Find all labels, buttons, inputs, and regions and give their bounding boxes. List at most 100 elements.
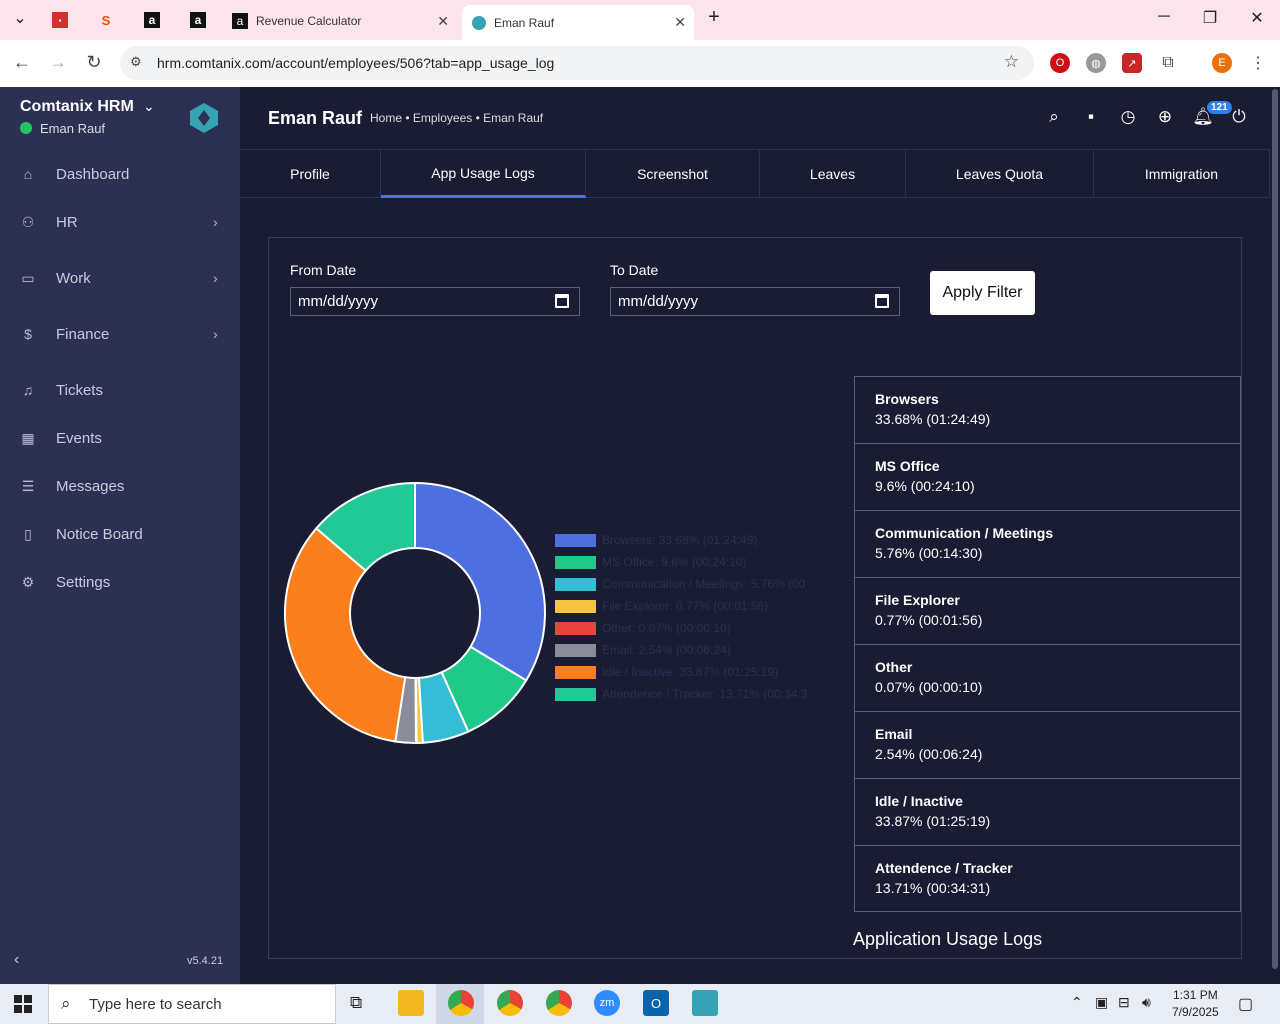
- usage-stat-item: Communication / Meetings 5.76% (00:14:30): [854, 510, 1241, 577]
- network-icon[interactable]: ▣: [1095, 994, 1108, 1011]
- tab-eman-rauf[interactable]: Eman Rauf ✕: [462, 5, 694, 40]
- briefcase-icon: ▭: [21, 269, 35, 286]
- search-icon[interactable]: ⌕: [1043, 107, 1065, 129]
- pinned-tab-1[interactable]: ▪: [48, 8, 72, 32]
- chevron-right-icon: ›: [213, 326, 218, 342]
- page-scrollbar[interactable]: [1270, 87, 1280, 984]
- url-text: hrm.comtanix.com/account/employees/506?t…: [157, 55, 555, 71]
- apply-filter-button[interactable]: Apply Filter: [930, 271, 1035, 315]
- collapse-sidebar-icon[interactable]: ‹: [14, 951, 19, 969]
- to-date-input[interactable]: mm/dd/yyyy: [610, 287, 900, 316]
- forward-icon[interactable]: →: [46, 52, 70, 73]
- from-date-input[interactable]: mm/dd/yyyy: [290, 287, 580, 316]
- notifications-icon[interactable]: ▢: [1238, 994, 1253, 1014]
- profile-avatar[interactable]: E: [1212, 53, 1232, 73]
- sidebar-item-work[interactable]: ▭ Work ›: [0, 258, 240, 298]
- legend-item[interactable]: Attendence / Tracker: 13.71% (00:34:3: [555, 683, 810, 705]
- tab-screenshot[interactable]: Screenshot: [586, 150, 760, 198]
- tab-leaves[interactable]: Leaves: [760, 150, 906, 198]
- file-explorer-icon[interactable]: [398, 990, 424, 1016]
- calendar-icon[interactable]: [555, 294, 569, 308]
- task-view-icon[interactable]: ⧉: [350, 993, 362, 1013]
- sidebar-item-dashboard[interactable]: ⌂ Dashboard: [0, 154, 240, 194]
- legend-item[interactable]: Other: 0.07% (00:00:10): [555, 617, 810, 639]
- site-info-icon[interactable]: ⚙: [130, 54, 142, 70]
- minimize-icon[interactable]: ─: [1149, 8, 1179, 26]
- calendar-icon[interactable]: [875, 294, 889, 308]
- chart-slice-browsers[interactable]: [414, 481, 546, 682]
- sticky-note-icon[interactable]: ▪: [1080, 107, 1102, 129]
- globe-extension-icon[interactable]: ◍: [1086, 53, 1106, 73]
- back-icon[interactable]: ←: [10, 52, 34, 73]
- tab-leaves-quota[interactable]: Leaves Quota: [906, 150, 1094, 198]
- reload-icon[interactable]: ↻: [82, 52, 106, 73]
- tab-search-icon[interactable]: ⌄: [5, 8, 35, 28]
- sidebar-item-tickets[interactable]: ♫ Tickets: [0, 370, 240, 410]
- sidebar-item-label: Notice Board: [56, 525, 143, 543]
- menu-kebab-icon[interactable]: ⋮: [1248, 53, 1268, 73]
- sidebar-item-events[interactable]: ▦ Events: [0, 418, 240, 458]
- chrome-profile-icon[interactable]: [497, 990, 523, 1016]
- tab-profile[interactable]: Profile: [240, 150, 381, 198]
- pdf-extension-icon[interactable]: ↗: [1122, 53, 1142, 73]
- new-tab-icon[interactable]: +: [699, 6, 729, 29]
- chrome-profile-2-icon[interactable]: [546, 990, 572, 1016]
- scrollbar-thumb[interactable]: [1272, 89, 1278, 969]
- pinned-tab-amazon-2[interactable]: a: [186, 8, 210, 32]
- legend-item[interactable]: MS Office: 9.6% (00:24:10): [555, 551, 810, 573]
- zoom-icon[interactable]: zm: [594, 990, 620, 1016]
- tab-immigration[interactable]: Immigration: [1094, 150, 1270, 198]
- tab-title: Eman Rauf: [494, 15, 555, 30]
- online-status-icon: [20, 122, 32, 134]
- close-tab-icon[interactable]: ✕: [437, 13, 449, 30]
- home-icon: ⌂: [23, 166, 33, 182]
- legend-item[interactable]: Browsers: 33.68% (01:24:49): [555, 529, 810, 551]
- sidebar-item-settings[interactable]: ⚙ Settings: [0, 562, 240, 602]
- stat-value: 13.71% (00:34:31): [875, 880, 991, 896]
- bookmark-star-icon[interactable]: ☆: [1004, 52, 1019, 72]
- extensions-puzzle-icon[interactable]: ⧉: [1158, 53, 1178, 73]
- stat-value: 33.68% (01:24:49): [875, 411, 991, 427]
- volume-icon[interactable]: 🔊︎: [1142, 994, 1151, 1011]
- wifi-icon[interactable]: ⊟: [1118, 994, 1130, 1011]
- brand-name[interactable]: Comtanix HRM: [20, 98, 134, 116]
- sidebar-item-label: Events: [56, 429, 102, 447]
- search-placeholder: Type here to search: [89, 995, 222, 1013]
- tab-revenue-calculator[interactable]: a Revenue Calculator ✕: [222, 6, 457, 36]
- comtanix-app-icon[interactable]: [692, 990, 718, 1016]
- chevron-right-icon: ›: [213, 214, 218, 230]
- tray-chevron-up-icon[interactable]: ⌃: [1071, 994, 1083, 1011]
- legend-item[interactable]: File Explorer: 0.77% (00:01:56): [555, 595, 810, 617]
- sidebar-item-notice-board[interactable]: ▯ Notice Board: [0, 514, 240, 554]
- pinned-tab-2[interactable]: S: [94, 8, 118, 32]
- clock-icon[interactable]: ◷: [1117, 107, 1139, 129]
- restore-icon[interactable]: ❐: [1195, 8, 1225, 28]
- legend-item[interactable]: Idle / Inactive: 33.87% (01:25:19): [555, 661, 810, 683]
- legend-item[interactable]: Email: 2.54% (00:06:24): [555, 639, 810, 661]
- legend-item[interactable]: Communication / Meetings: 5.76% (00: [555, 573, 810, 595]
- tray-clock[interactable]: 1:31 PM 7/9/2025: [1172, 987, 1219, 1021]
- sidebar-item-hr[interactable]: ⚇ HR ›: [0, 202, 240, 242]
- legend-swatch: [555, 643, 596, 657]
- sidebar-item-label: HR: [56, 213, 78, 231]
- power-icon[interactable]: ⏻: [1228, 107, 1250, 129]
- windows-start-icon[interactable]: [14, 995, 32, 1013]
- opera-extension-icon[interactable]: O: [1050, 53, 1070, 73]
- outlook-icon[interactable]: O: [643, 990, 669, 1016]
- stat-value: 0.07% (00:00:10): [875, 679, 983, 695]
- amazon-icon: a: [190, 12, 206, 28]
- add-circle-icon[interactable]: ⊕: [1154, 107, 1176, 129]
- url-field[interactable]: ⚙ hrm.comtanix.com/account/employees/506…: [120, 46, 1034, 80]
- pinned-tab-amazon-1[interactable]: a: [140, 8, 164, 32]
- stat-value: 0.77% (00:01:56): [875, 612, 983, 628]
- chevron-down-icon[interactable]: ⌄: [143, 98, 155, 115]
- legend-swatch: [555, 687, 596, 701]
- chart-slice-idle-inactive[interactable]: [284, 526, 407, 743]
- sidebar-item-messages[interactable]: ☰ Messages: [0, 466, 240, 506]
- taskbar-search-input[interactable]: ⌕ Type here to search: [48, 984, 336, 1024]
- close-tab-icon[interactable]: ✕: [674, 14, 686, 31]
- tab-app-usage-logs[interactable]: App Usage Logs: [381, 150, 586, 198]
- close-window-icon[interactable]: ✕: [1242, 8, 1272, 28]
- sidebar-item-finance[interactable]: $ Finance ›: [0, 314, 240, 354]
- chrome-icon[interactable]: [448, 990, 474, 1016]
